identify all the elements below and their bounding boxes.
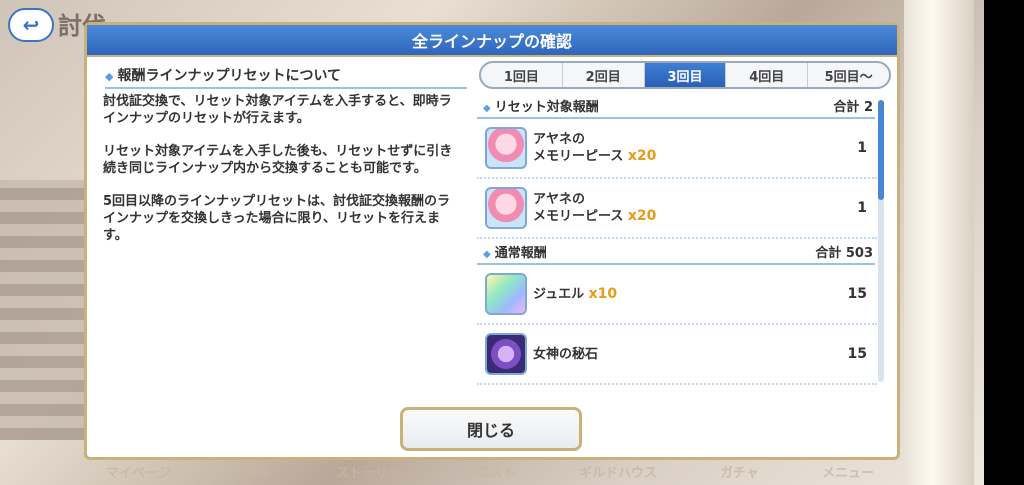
close-button[interactable]: 閉じる [400,407,582,451]
tab-round-1[interactable]: 1回目 [481,63,563,87]
nav-item[interactable]: ガチャ [704,462,775,485]
diamond-icon: ◆ [483,248,491,260]
ayane-icon [485,187,527,229]
list-item: アヤネの メモリーピース x20 1 [477,179,877,239]
reset-info-heading: ◆ 報酬ラインナップリセットについて [105,65,467,89]
round-tabs: 1回目 2回目 3回目 4回目 5回目～ [479,61,891,89]
list-item: 女神の秘石 15 [477,325,877,385]
info-paragraph: 討伐証交換で、リセット対象アイテムを入手すると、即時ラインナップのリセットが行え… [103,94,452,126]
tab-round-3[interactable]: 3回目 [644,63,727,87]
pillar-decoration [904,0,974,485]
nav-item[interactable]: クエスト [448,462,532,485]
diamond-icon: ◆ [105,70,114,83]
item-quantity: 15 [847,286,867,302]
item-name: 女神の秘石 [533,346,599,362]
diamond-icon: ◆ [483,102,491,114]
section-label: リセット対象報酬 [494,99,599,115]
reset-info-heading-text: 報酬ラインナップリセットについて [117,68,342,84]
item-name: アヤネの メモリーピース [533,132,624,164]
tab-round-4[interactable]: 4回目 [726,63,809,87]
nav-item[interactable]: ギルドハウス [563,462,673,485]
lineup-dialog: 全ラインナップの確認 ◆ 報酬ラインナップリセットについて 討伐証交換で、リセット… [84,22,900,460]
item-multiplier: x20 [627,148,657,164]
goddess-stone-icon [485,333,527,375]
screen-edge [984,0,1024,485]
nav-item[interactable]: ストーリー [320,462,417,485]
item-name: アヤネの メモリーピース [533,192,624,224]
nav-item[interactable]: マイページ [90,462,187,485]
item-quantity: 15 [847,346,867,362]
tab-round-5[interactable]: 5回目～ [808,63,889,87]
item-multiplier: x10 [588,285,618,302]
bottom-nav: マイページ ギルド ストーリー クエスト ギルドハウス ガチャ メニュー [90,462,890,485]
staircase-decoration [0,180,90,440]
jewel-icon [485,273,527,315]
item-name: ジュエル [533,286,589,302]
item-quantity: 1 [857,200,867,216]
reward-list[interactable]: ◆ リセット対象報酬 合計 2 アヤネの メモリーピース x20 1 アヤネの メ… [477,93,877,393]
nav-item[interactable]: ギルド [218,462,289,485]
nav-item[interactable]: メニュー [806,462,890,485]
dialog-title: 全ラインナップの確認 [87,25,897,57]
list-item: ジュエル x10 15 [477,265,877,325]
back-arrow-icon: ↩ [22,13,40,37]
back-button[interactable]: ↩ [8,8,54,42]
info-paragraph: リセット対象アイテムを入手した後も、リセットせずに引き続き同じラインナップ内から… [103,144,453,176]
scrollbar-thumb[interactable] [878,100,884,200]
tab-round-2[interactable]: 2回目 [563,63,645,87]
section-total: 合計 503 [815,245,873,261]
section-header: ◆ 通常報酬 合計 503 [477,239,875,265]
item-multiplier: x20 [627,208,657,224]
list-scrollbar[interactable] [878,100,884,382]
ayane-icon [485,127,527,169]
item-quantity: 1 [857,140,867,156]
section-header: ◆ リセット対象報酬 合計 2 [477,93,875,119]
info-paragraph: 5回目以降のラインナップリセットは、討伐証交換報酬のラインナップを交換しきった場… [103,194,451,243]
section-total: 合計 2 [833,99,873,115]
section-label: 通常報酬 [494,245,547,261]
list-item: アヤネの メモリーピース x20 1 [477,119,877,179]
reset-info-body: 討伐証交換で、リセット対象アイテムを入手すると、即時ラインナップのリセットが行え… [103,93,463,260]
